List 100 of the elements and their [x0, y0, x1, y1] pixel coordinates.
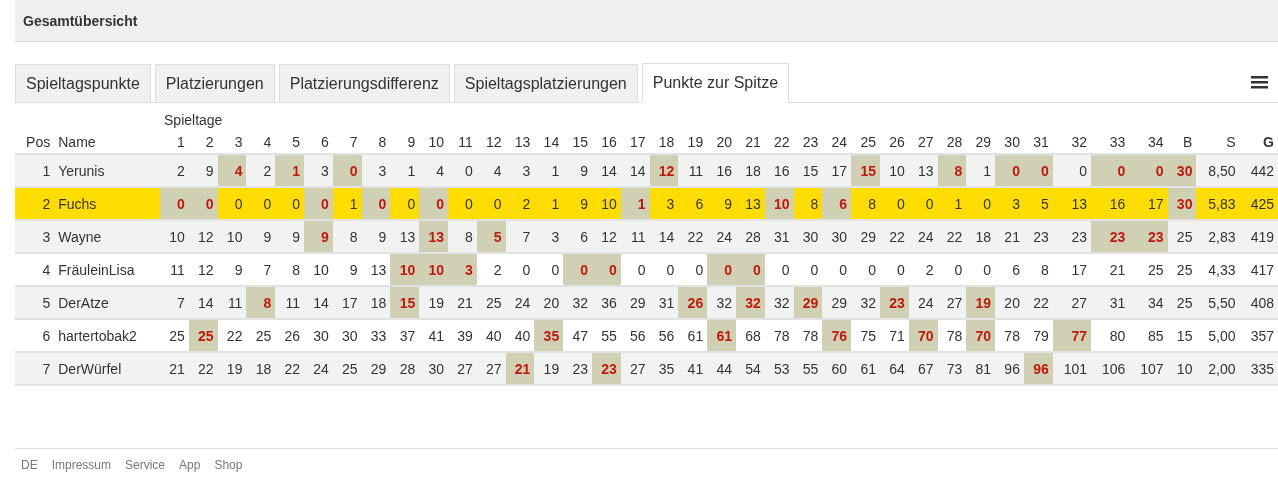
table-cell: 7 — [246, 253, 276, 286]
table-cell: 22 — [1023, 286, 1053, 319]
column-header: 22 — [764, 131, 794, 154]
table-cell: 27 — [937, 286, 967, 319]
table-cell: hartertobak2 — [54, 319, 161, 352]
table-cell: 12 — [649, 154, 679, 187]
menu-icon[interactable] — [1251, 75, 1268, 89]
table-cell: 0 — [764, 253, 794, 286]
table-cell: 16 — [764, 154, 794, 187]
footer-link[interactable]: Impressum — [51, 458, 111, 472]
table-cell: 27 — [1052, 286, 1092, 319]
table-cell: 10 — [592, 187, 621, 220]
column-header: B — [1167, 131, 1197, 154]
table-cell: 8 — [937, 154, 967, 187]
table-cell: 13 — [361, 253, 391, 286]
footer-link[interactable]: Shop — [214, 458, 243, 472]
table-cell: 32 — [707, 286, 736, 319]
table-cell: 19 — [534, 352, 564, 385]
table-cell: 35 — [534, 319, 564, 352]
table-cell: 2 — [505, 187, 535, 220]
table-cell: 13 — [908, 154, 938, 187]
table-cell: 5,50 — [1196, 286, 1240, 319]
table-cell: 12 — [592, 220, 621, 253]
table-cell: 6 — [15, 319, 55, 352]
table-cell: 0 — [995, 154, 1024, 187]
table-cell: 32 — [851, 286, 880, 319]
column-header: 7 — [332, 131, 362, 154]
table-cell: 17 — [1129, 187, 1168, 220]
column-header: 17 — [620, 131, 650, 154]
table-cell: 18 — [966, 220, 996, 253]
footer-link[interactable]: App — [179, 458, 201, 472]
table-cell: 6 — [678, 187, 708, 220]
table-cell: 3 — [361, 154, 391, 187]
table-cell: 53 — [764, 352, 794, 385]
table-cell: 29 — [793, 286, 823, 319]
table-cell: 15 — [793, 154, 823, 187]
table-cell: 55 — [793, 352, 823, 385]
table-cell: 20 — [995, 286, 1024, 319]
column-header: 4 — [246, 131, 276, 154]
table-cell: 60 — [822, 352, 852, 385]
table-cell: 5 — [1023, 187, 1053, 220]
table-cell: 26 — [275, 319, 304, 352]
table-cell: DerWürfel — [54, 352, 161, 385]
column-header: 23 — [793, 131, 823, 154]
table-cell: 3 — [15, 220, 55, 253]
table-cell: 17 — [1052, 253, 1092, 286]
table-cell: 5 — [476, 220, 506, 253]
table-cell: 22 — [217, 319, 247, 352]
table-cell: 11 — [160, 253, 189, 286]
table-cell: 0 — [534, 253, 564, 286]
table-cell: 0 — [1129, 154, 1168, 187]
table-cell: 0 — [476, 187, 506, 220]
table-cell: 0 — [822, 253, 852, 286]
table-cell: 0 — [419, 187, 448, 220]
table-cell: 25 — [1129, 253, 1168, 286]
table-cell: 24 — [908, 286, 938, 319]
column-header: 1 — [160, 131, 189, 154]
footer-link[interactable]: DE — [21, 458, 38, 472]
tab[interactable]: Platzierungsdifferenz — [278, 64, 450, 103]
table-cell: 19 — [419, 286, 448, 319]
table-cell: 25 — [246, 319, 276, 352]
table-cell: 0 — [937, 253, 967, 286]
column-header: 21 — [735, 131, 765, 154]
tab[interactable]: Platzierungen — [154, 64, 275, 103]
table-cell: 71 — [879, 319, 909, 352]
table-cell: 17 — [332, 286, 362, 319]
column-header: 15 — [563, 131, 592, 154]
table-cell: 29 — [620, 286, 650, 319]
tab[interactable]: Punkte zur Spitze — [641, 63, 790, 103]
table-cell: 31 — [764, 220, 794, 253]
table-cell: 0 — [620, 253, 650, 286]
table-cell: 2 — [15, 187, 55, 220]
table-cell: Fuchs — [54, 187, 161, 220]
table-cell: 23 — [1023, 220, 1053, 253]
table-cell: 3 — [534, 220, 564, 253]
column-header: 11 — [448, 131, 477, 154]
table-cell: 77 — [1052, 319, 1092, 352]
table-cell: 0 — [390, 187, 420, 220]
table-cell: 8 — [1023, 253, 1053, 286]
table-cell: 61 — [707, 319, 736, 352]
table-cell: 0 — [275, 187, 304, 220]
table-cell: 12 — [188, 253, 218, 286]
table-cell: 14 — [620, 154, 650, 187]
table-cell: 75 — [851, 319, 880, 352]
table-cell: 4 — [419, 154, 448, 187]
table-cell: 2 — [246, 154, 276, 187]
table-cell: 44 — [707, 352, 736, 385]
footer-link[interactable]: Service — [125, 458, 166, 472]
tab[interactable]: Spieltagsplatzierungen — [453, 64, 638, 103]
table-cell: 23 — [1052, 220, 1092, 253]
table-cell: 30 — [332, 319, 362, 352]
table-cell: 47 — [563, 319, 592, 352]
table-cell: 1 — [390, 154, 420, 187]
tab[interactable]: Spieltagspunkte — [15, 64, 151, 103]
table-cell: 0 — [332, 154, 362, 187]
table-cell: 31 — [1091, 286, 1130, 319]
table-cell: 0 — [1091, 154, 1130, 187]
table-cell: 10 — [879, 154, 909, 187]
table-cell: 78 — [995, 319, 1024, 352]
table-cell: 73 — [937, 352, 967, 385]
